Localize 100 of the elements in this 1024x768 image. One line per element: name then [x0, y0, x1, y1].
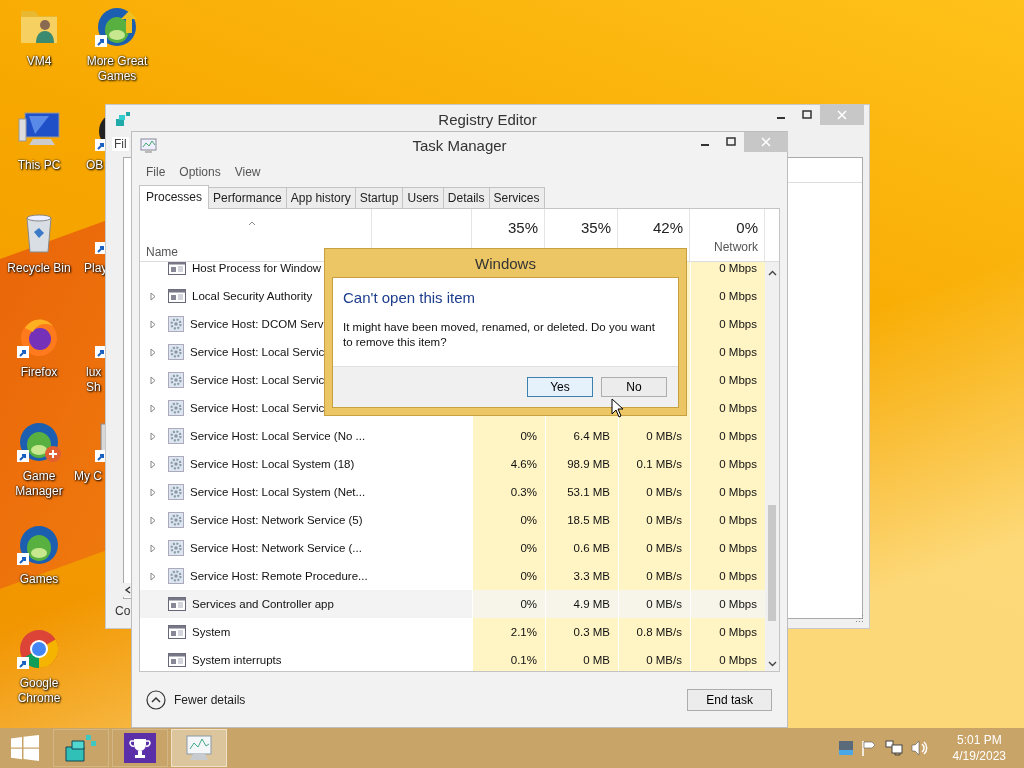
- window-icon: [168, 289, 186, 303]
- end-task-button[interactable]: End task: [687, 688, 772, 711]
- expand-arrow-icon[interactable]: [150, 375, 156, 385]
- network-value: 0 Mbps: [719, 570, 757, 582]
- cpu-value: 0%: [520, 430, 537, 442]
- resize-grip-icon[interactable]: [854, 613, 864, 623]
- tab[interactable]: Performance: [208, 187, 287, 208]
- process-name: System: [192, 626, 231, 638]
- process-row[interactable]: System interrupts 0.1% 0 MB 0 MB/s 0 Mbps: [140, 646, 765, 671]
- cpu-total: 35%: [507, 219, 538, 236]
- process-row[interactable]: Service Host: Network Service (5) 0% 18.5 MB 0 MB/s 0 Mbps: [140, 506, 765, 534]
- gear-icon: [168, 372, 184, 388]
- sort-caret-icon[interactable]: [248, 221, 256, 226]
- dialog-button[interactable]: Yes: [527, 377, 593, 397]
- maximize-icon[interactable]: [726, 137, 736, 147]
- network-value: 0 Mbps: [719, 318, 757, 330]
- tab[interactable]: Users: [402, 187, 444, 208]
- expand-arrow-icon[interactable]: [150, 571, 156, 581]
- network-value: 0 Mbps: [719, 626, 757, 638]
- cpu-value: 0%: [520, 542, 537, 554]
- expand-arrow-icon[interactable]: [150, 515, 156, 525]
- tab[interactable]: Services: [488, 187, 545, 208]
- gear-icon: [168, 512, 184, 528]
- network-value: 0 Mbps: [719, 374, 757, 386]
- expand-arrow-icon[interactable]: [150, 403, 156, 413]
- disk-value: 0 MB/s: [646, 430, 682, 442]
- menu-item[interactable]: Fil: [112, 137, 129, 151]
- disk-value: 0 MB/s: [646, 542, 682, 554]
- gear-icon: [168, 456, 184, 472]
- expand-arrow-icon[interactable]: [150, 459, 156, 469]
- window-title: Registry Editor: [438, 110, 537, 128]
- process-row[interactable]: System 2.1% 0.3 MB 0.8 MB/s 0 Mbps: [140, 618, 765, 646]
- expand-arrow-icon[interactable]: [150, 319, 156, 329]
- fewer-details-text[interactable]: Fewer details: [174, 692, 246, 707]
- cpu-value: 0.3%: [510, 486, 537, 498]
- disk-value: 0 MB/s: [646, 598, 682, 610]
- windows-logo-icon[interactable]: [11, 735, 39, 761]
- tab[interactable]: Processes: [139, 185, 210, 209]
- network-value: 0 Mbps: [719, 542, 757, 554]
- scroll-down-icon[interactable]: [767, 661, 777, 667]
- status-bar-text: Co: [115, 604, 131, 618]
- process-row[interactable]: Service Host: Network Service (... 0% 0.6 MB 0 MB/s 0 Mbps: [140, 534, 765, 562]
- menu-item[interactable]: File: [146, 165, 166, 179]
- cubes-icon[interactable]: [64, 733, 98, 763]
- expand-arrow-icon[interactable]: [150, 543, 156, 553]
- process-row[interactable]: Service Host: Local System (Net... 0.3% 53.1 MB 0 MB/s 0 Mbps: [140, 478, 765, 506]
- maximize-icon[interactable]: [802, 110, 812, 120]
- disk-total: 42%: [652, 219, 683, 236]
- speaker-icon[interactable]: [910, 740, 929, 756]
- network-value: 0 Mbps: [719, 402, 757, 414]
- process-row[interactable]: Service Host: Remote Procedure... 0% 3.3 MB 0 MB/s 0 Mbps: [140, 562, 765, 590]
- disk-value: 0 MB/s: [646, 514, 682, 526]
- scroll-thumb[interactable]: [768, 505, 776, 621]
- gear-icon: [168, 400, 184, 416]
- gear-icon: [168, 540, 184, 556]
- tab[interactable]: App history: [285, 187, 356, 208]
- menu-item[interactable]: Options: [179, 165, 221, 179]
- fewer-details-link[interactable]: Fewer details: [146, 689, 246, 710]
- flag-icon[interactable]: [860, 740, 877, 756]
- window-icon: [168, 597, 186, 611]
- window-icon: [168, 262, 186, 275]
- network-total: 0%: [736, 219, 758, 236]
- menu-item[interactable]: View: [234, 165, 261, 179]
- process-name: Services and Controller app: [192, 598, 334, 610]
- dialog-title: Windows: [474, 253, 537, 274]
- process-row[interactable]: Services and Controller app 0% 4.9 MB 0 MB/s 0 Mbps: [140, 590, 765, 618]
- column-header[interactable]: Network: [714, 240, 758, 254]
- tray-app-icon[interactable]: [838, 741, 853, 755]
- expand-arrow-icon[interactable]: [150, 487, 156, 497]
- monitor-graph-icon[interactable]: [183, 734, 215, 762]
- process-row[interactable]: Service Host: Local Service (No ... 0% 6.4 MB 0 MB/s 0 Mbps: [140, 422, 765, 450]
- process-name: Service Host: Local Servic: [190, 402, 325, 414]
- dialog-button[interactable]: No: [601, 377, 667, 397]
- disk-value: 0 MB/s: [646, 570, 682, 582]
- cpu-value: 0%: [520, 598, 537, 610]
- process-name: Service Host: Remote Procedure...: [190, 570, 368, 582]
- network-icon[interactable]: [884, 740, 903, 756]
- cpu-value: 2.1%: [510, 626, 537, 638]
- scroll-up-icon[interactable]: [767, 270, 777, 276]
- tab[interactable]: Startup: [354, 187, 404, 208]
- memory-value: 0 MB: [583, 654, 610, 666]
- dialog-heading: Can't open this item: [343, 289, 477, 306]
- network-value: 0 Mbps: [719, 514, 757, 526]
- expand-arrow-icon[interactable]: [150, 291, 156, 301]
- network-value: 0 Mbps: [719, 486, 757, 498]
- disk-value: 0.8 MB/s: [636, 626, 682, 638]
- collapse-icon[interactable]: [146, 689, 166, 710]
- memory-value: 6.4 MB: [573, 430, 610, 442]
- scrollbar[interactable]: [765, 262, 779, 671]
- expand-arrow-icon[interactable]: [150, 347, 156, 357]
- cubes-icon: [115, 111, 131, 127]
- network-value: 0 Mbps: [719, 430, 757, 442]
- tab[interactable]: Details: [442, 187, 490, 208]
- trophy-icon[interactable]: [124, 733, 156, 763]
- process-name: Service Host: Local Servic: [190, 374, 325, 386]
- disk-value: 0 MB/s: [646, 486, 682, 498]
- expand-arrow-icon[interactable]: [150, 431, 156, 441]
- memory-value: 4.9 MB: [573, 598, 610, 610]
- process-row[interactable]: Service Host: Local System (18) 4.6% 98.9 MB 0.1 MB/s 0 Mbps: [140, 450, 765, 478]
- dialog-message: It might have been moved, renamed, or deleted. Do you want to remove this item?: [343, 320, 656, 350]
